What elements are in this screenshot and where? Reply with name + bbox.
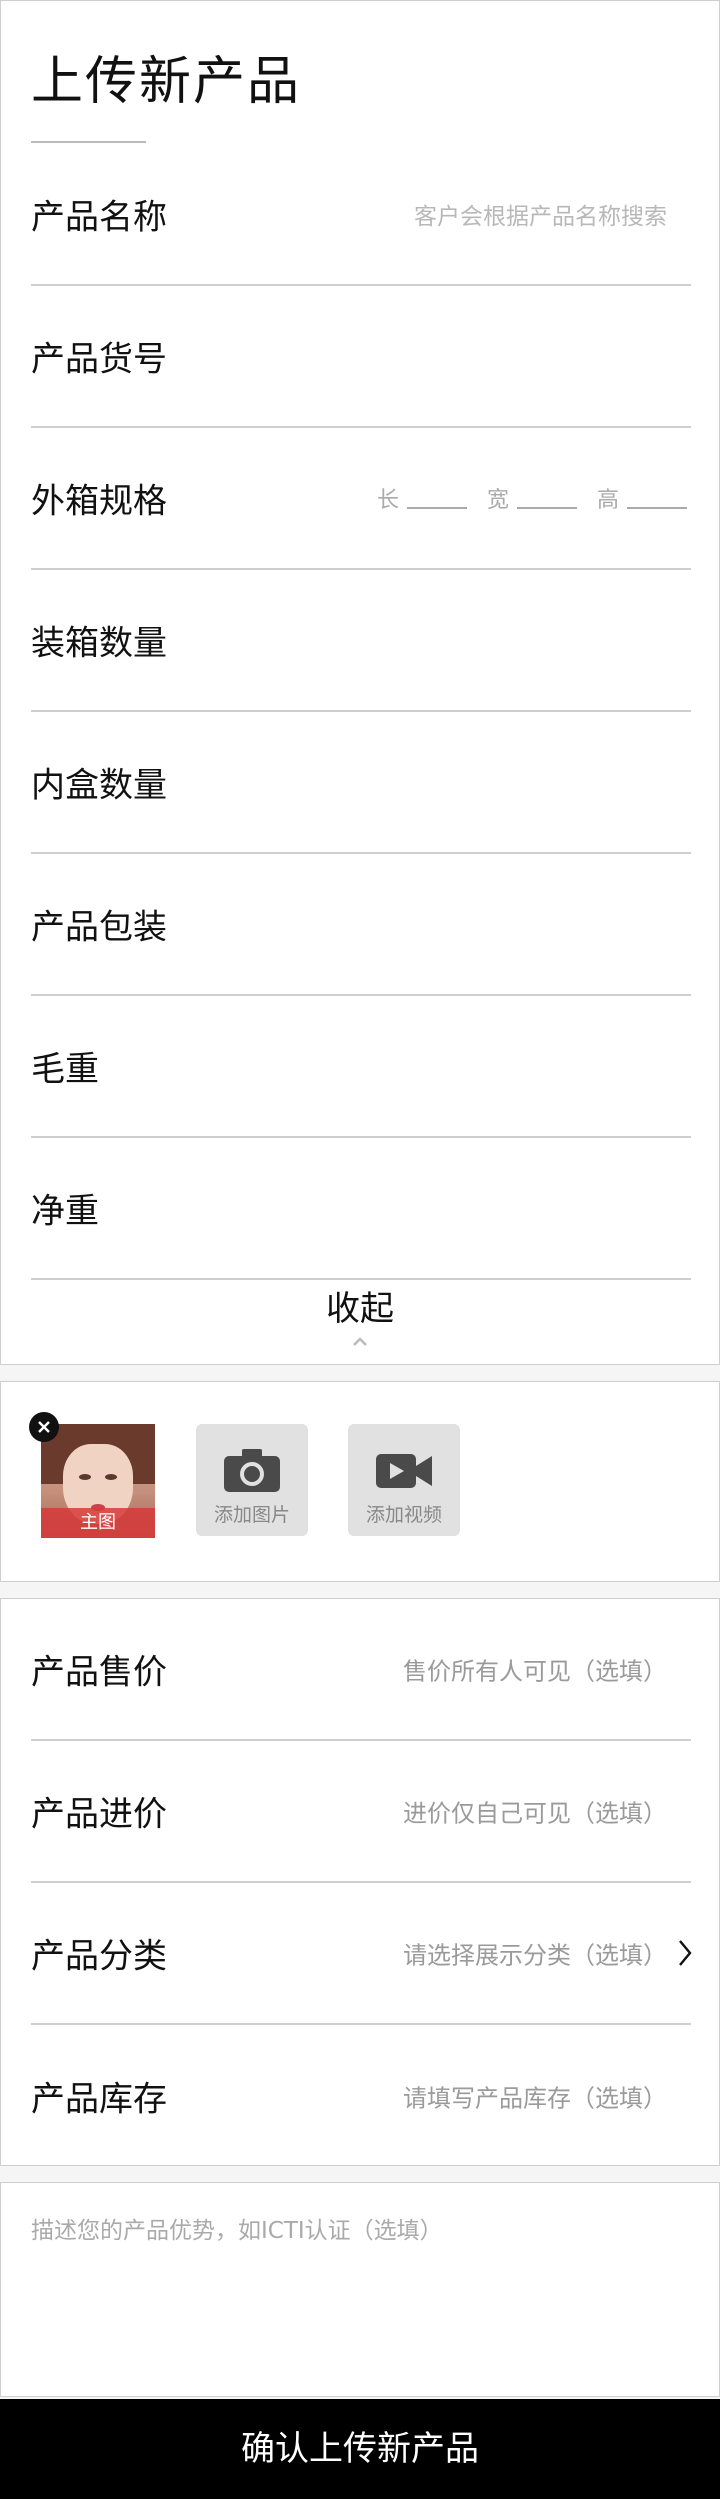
- camera-icon: [224, 1449, 280, 1492]
- field-label: 产品进价: [31, 1794, 167, 1835]
- length-input[interactable]: [406, 487, 467, 509]
- close-icon: [38, 1421, 50, 1433]
- pricing-card: 产品售价 售价所有人可见（选填） 产品进价 进价仅自己可见（选填） 产品分类 请…: [0, 1598, 720, 2166]
- field-carton-quantity[interactable]: 装箱数量: [31, 570, 691, 712]
- field-label: 产品售价: [31, 1652, 167, 1693]
- page-title: 上传新产品: [31, 52, 302, 112]
- dimension-inputs: 长 宽 高: [377, 482, 691, 514]
- length-label: 长: [376, 488, 399, 513]
- height-input[interactable]: [627, 487, 687, 509]
- description-card[interactable]: 描述您的产品优势，如ICTI认证（选填）: [0, 2182, 720, 2397]
- field-label: 产品名称: [31, 197, 167, 238]
- collapse-label: 收起: [326, 1289, 394, 1329]
- field-label: 产品分类: [31, 1936, 167, 1977]
- width-label: 宽: [486, 488, 509, 513]
- add-video-label: 添加视频: [365, 1504, 442, 1526]
- field-label: 内盒数量: [31, 765, 167, 806]
- field-packaging[interactable]: 产品包装: [31, 854, 691, 996]
- field-sale-price[interactable]: 产品售价 售价所有人可见（选填）: [31, 1599, 691, 1741]
- field-inner-box-quantity[interactable]: 内盒数量: [31, 712, 691, 854]
- field-label: 产品货号: [31, 339, 167, 380]
- purchase-price-input[interactable]: 进价仅自己可见（选填）: [403, 1794, 667, 1829]
- collapse-toggle[interactable]: 收起: [1, 1281, 719, 1350]
- field-label: 产品包装: [31, 907, 167, 948]
- main-image-thumbnail[interactable]: 主图: [41, 1424, 155, 1538]
- video-camera-icon: [376, 1454, 432, 1488]
- field-net-weight[interactable]: 净重: [31, 1138, 691, 1280]
- sale-price-input[interactable]: 售价所有人可见（选填）: [403, 1652, 667, 1687]
- media-card: 主图 添加图片 添加视频: [0, 1381, 720, 1582]
- product-spec-card: 上传新产品 产品名称 客户会根据产品名称搜索 产品货号 外箱规格 长 宽 高 装…: [0, 0, 720, 1365]
- field-gross-weight[interactable]: 毛重: [31, 996, 691, 1138]
- field-purchase-price[interactable]: 产品进价 进价仅自己可见（选填）: [31, 1741, 691, 1883]
- description-textarea[interactable]: 描述您的产品优势，如ICTI认证（选填）: [31, 2211, 443, 2245]
- field-label: 产品库存: [31, 2079, 167, 2120]
- add-image-label: 添加图片: [213, 1504, 290, 1526]
- field-stock[interactable]: 产品库存 请填写产品库存（选填）: [31, 2025, 691, 2167]
- category-select[interactable]: 请选择展示分类（选填）: [403, 1936, 667, 1971]
- field-label: 装箱数量: [31, 623, 167, 664]
- chevron-right-icon: [679, 1940, 692, 1966]
- field-carton-size: 外箱规格 长 宽 高: [31, 428, 691, 570]
- field-product-name[interactable]: 产品名称 客户会根据产品名称搜索: [31, 144, 691, 286]
- height-label: 高: [596, 488, 619, 513]
- width-input[interactable]: [516, 487, 577, 509]
- title-divider: [31, 141, 146, 143]
- stock-input[interactable]: 请填写产品库存（选填）: [403, 2079, 667, 2114]
- chevron-up-icon: [353, 1337, 367, 1346]
- field-product-sku[interactable]: 产品货号: [31, 286, 691, 428]
- main-image-tag: 主图: [41, 1508, 155, 1538]
- submit-button[interactable]: 确认上传新产品: [0, 2399, 720, 2499]
- product-name-input[interactable]: 客户会根据产品名称搜索: [414, 197, 667, 231]
- field-label: 外箱规格: [31, 481, 167, 522]
- add-image-button[interactable]: 添加图片: [196, 1424, 308, 1536]
- remove-image-button[interactable]: [29, 1412, 59, 1442]
- add-video-button[interactable]: 添加视频: [348, 1424, 460, 1536]
- field-category[interactable]: 产品分类 请选择展示分类（选填）: [31, 1883, 692, 2025]
- field-label: 毛重: [31, 1049, 99, 1090]
- field-label: 净重: [31, 1191, 99, 1232]
